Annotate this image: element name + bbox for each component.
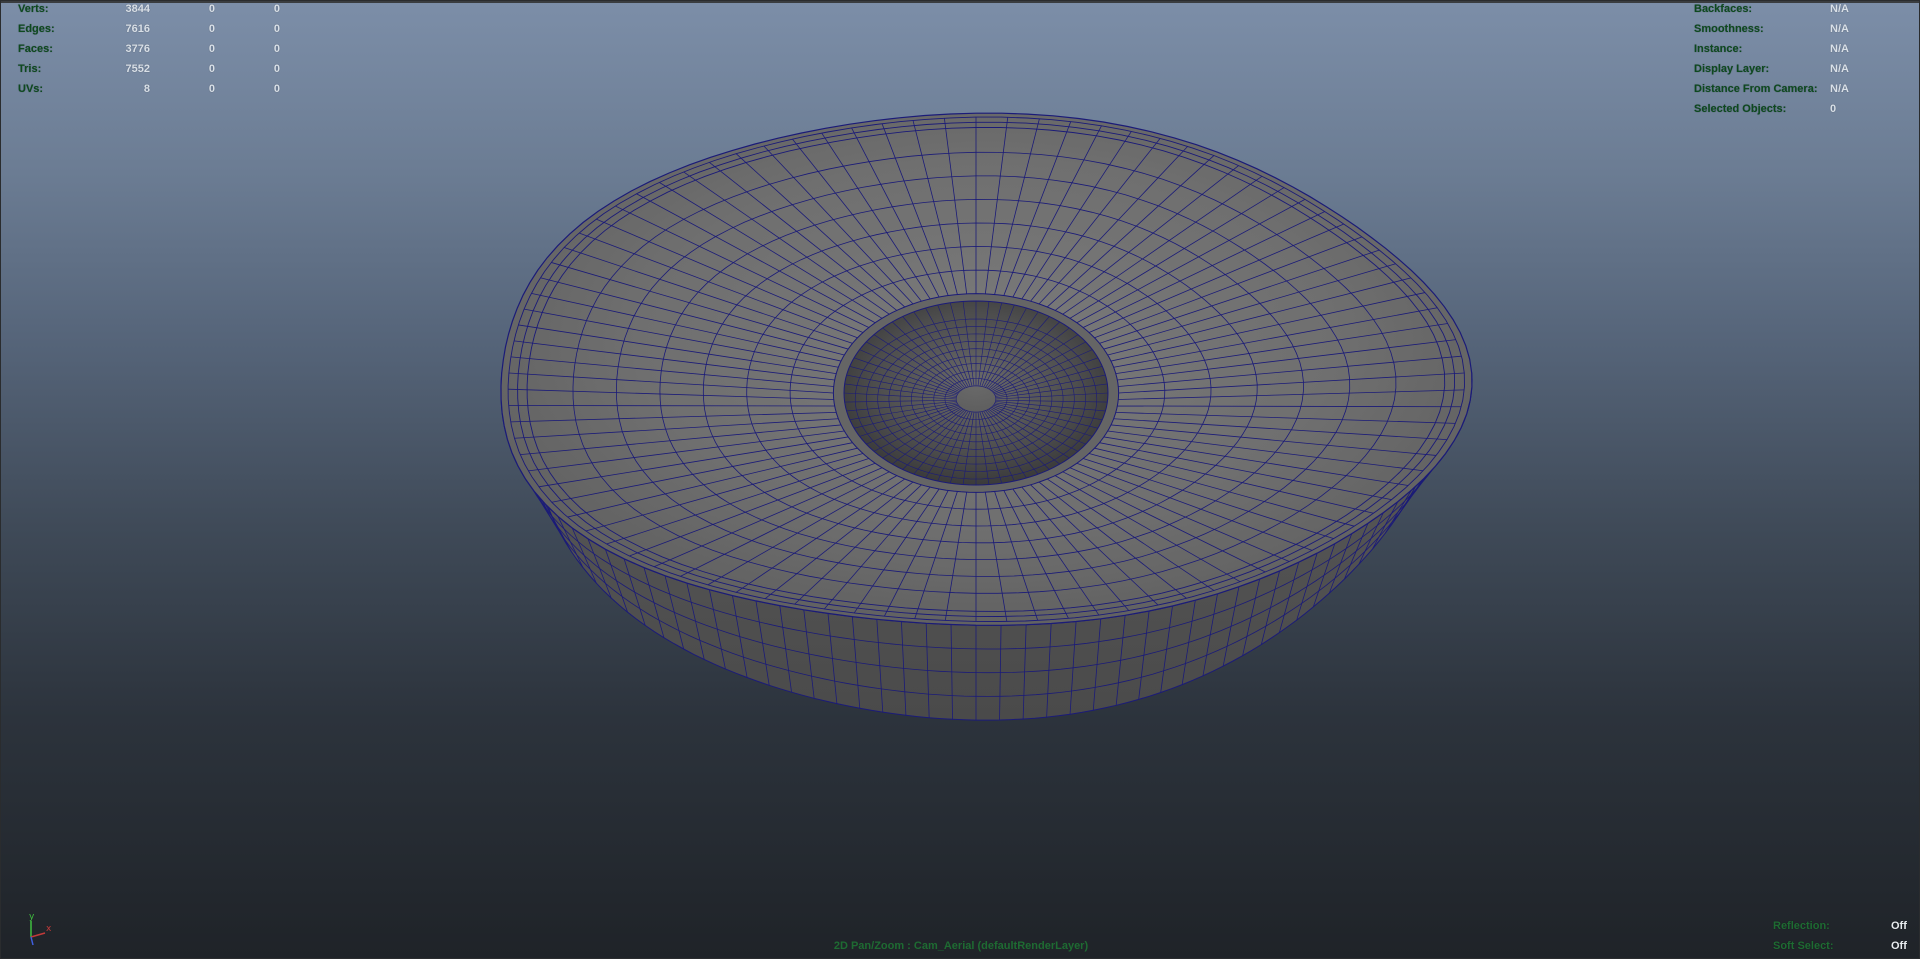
stat-label: Verts: <box>18 3 49 15</box>
stat-value: 0 <box>208 43 215 55</box>
stat-label: Faces: <box>18 43 53 55</box>
status-value: Off <box>1891 920 1907 932</box>
camera-name-label: 2D Pan/Zoom : Cam_Aerial (defaultRenderL… <box>833 940 1089 952</box>
info-row: Smoothness: N/A <box>1694 19 1914 39</box>
axis-x-label: x <box>46 924 52 934</box>
info-label: Selected Objects: <box>1694 103 1787 115</box>
info-label: Display Layer: <box>1694 63 1770 75</box>
info-label: Distance From Camera: <box>1694 83 1818 95</box>
stat-value: 7616 <box>125 23 150 35</box>
stat-value: 0 <box>273 83 280 95</box>
object-info-hud: Backfaces: N/A Smoothness: N/A Instance: N/A D… <box>1694 1 1914 119</box>
info-row: Backfaces: N/A <box>1694 1 1914 19</box>
stat-label: Tris: <box>18 63 42 75</box>
stat-row: Verts: 3844 0 0 <box>18 1 280 19</box>
info-label: Smoothness: <box>1694 23 1764 35</box>
status-label: Reflection: <box>1773 920 1830 932</box>
info-value: N/A <box>1830 43 1849 55</box>
stat-value: 0 <box>208 23 215 35</box>
stat-value: 0 <box>208 3 215 15</box>
stat-value: 0 <box>273 43 280 55</box>
stat-value: 0 <box>208 63 215 75</box>
stat-value: 3844 <box>125 3 150 15</box>
stat-value: 7552 <box>125 63 150 75</box>
stat-value: 0 <box>273 3 280 15</box>
stat-label: Edges: <box>18 23 55 35</box>
info-value: 0 <box>1830 103 1837 115</box>
view-axis-icon: y x <box>29 912 52 946</box>
info-row: Instance: N/A <box>1694 39 1914 59</box>
info-value: N/A <box>1830 83 1849 95</box>
stat-label: UVs: <box>18 83 44 95</box>
stat-row: UVs: 8 0 0 <box>18 79 280 99</box>
stat-value: 0 <box>273 63 280 75</box>
info-row: Distance From Camera: N/A <box>1694 79 1914 99</box>
stat-row: Edges: 7616 0 0 <box>18 19 280 39</box>
info-value: N/A <box>1830 3 1849 15</box>
polygon-mesh-object[interactable] <box>1 1 1920 959</box>
stat-row: Faces: 3776 0 0 <box>18 39 280 59</box>
stat-row: Tris: 7552 0 0 <box>18 59 280 79</box>
stat-value: 8 <box>143 83 150 95</box>
info-row: Selected Objects: 0 <box>1694 99 1914 119</box>
info-value: N/A <box>1830 63 1849 75</box>
info-row: Display Layer: N/A <box>1694 59 1914 79</box>
stat-value: 0 <box>208 83 215 95</box>
info-label: Instance: <box>1694 43 1743 55</box>
status-row: Reflection: Off <box>1773 916 1913 936</box>
poly-count-hud: Verts: 3844 0 0 Edges: 7616 0 0 Faces: 3776 0 0 Tris… <box>18 1 280 99</box>
info-label: Backfaces: <box>1694 3 1753 15</box>
axis-y-label: y <box>29 912 35 922</box>
stat-value: 3776 <box>125 43 150 55</box>
info-value: N/A <box>1830 23 1849 35</box>
stat-value: 0 <box>273 23 280 35</box>
maya-viewport[interactable]: Verts: 3844 0 0 Edges: 7616 0 0 Faces: 3776 0 0 Tris… <box>0 0 1920 959</box>
